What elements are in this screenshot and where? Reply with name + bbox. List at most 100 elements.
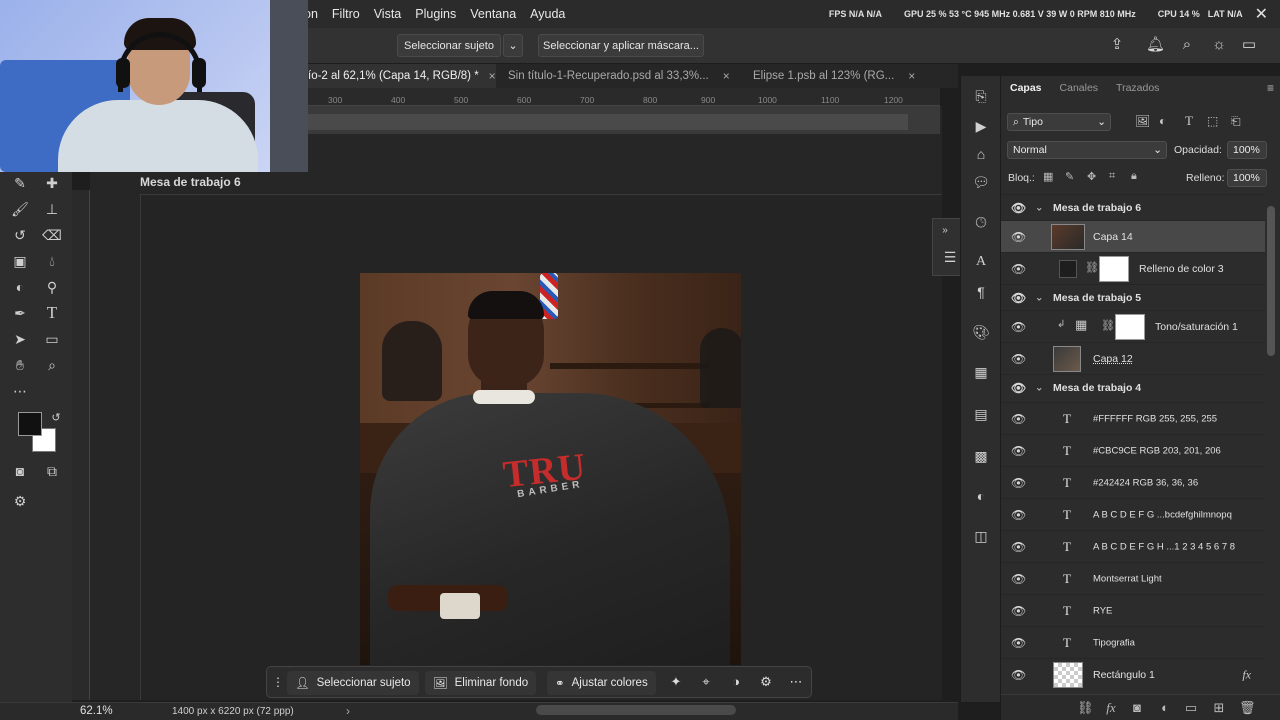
play-actions-icon[interactable]: ▶ (971, 116, 991, 136)
lock-all-icon[interactable]: 🔒︎ (1131, 170, 1137, 183)
visibility-eye-icon[interactable]: 👁︎ (1011, 320, 1026, 334)
visibility-eye-icon[interactable]: 👁︎ (1011, 201, 1026, 215)
path-selection-icon[interactable]: ➤ (8, 328, 32, 350)
filter-shape-icon[interactable]: ⬚ (1207, 114, 1218, 128)
comments-icon[interactable]: 💬︎ (971, 172, 991, 192)
visibility-eye-icon[interactable]: 👁︎ (1011, 352, 1026, 366)
tab-paths[interactable]: Trazados (1107, 82, 1168, 94)
gradient-tool-icon[interactable]: ▣ (8, 250, 32, 272)
blur-tool-icon[interactable]: 💧︎ (40, 250, 64, 272)
layer-group-artboard-4[interactable]: 👁︎ ⌄ Mesa de trabajo 4 (1001, 374, 1265, 400)
lock-transparency-icon[interactable]: ▦ (1043, 170, 1053, 183)
adjust-colors-button[interactable]: ⚭ Ajustar colores (547, 671, 656, 695)
chevron-down-icon[interactable]: ⌄ (1035, 382, 1043, 393)
select-subject-task-button[interactable]: 👤︎ Seleccionar sujeto (287, 671, 419, 695)
tab-layers[interactable]: Capas (1001, 82, 1051, 94)
menu-item-plugins[interactable]: Plugins (415, 7, 456, 21)
bell-icon[interactable]: 🔔︎ (1146, 36, 1165, 54)
layer-text-alphabet-numbers[interactable]: 👁︎ T A B C D E F G H ...1 2 3 4 5 6 7 8 (1001, 530, 1265, 562)
search-icon[interactable]: ⌕ (1178, 36, 1196, 54)
close-icon[interactable]: ✕ (1255, 4, 1268, 24)
visibility-eye-icon[interactable]: 👁︎ (1011, 636, 1026, 650)
delete-layer-icon[interactable]: 🗑︎ (1239, 700, 1256, 716)
visibility-eye-icon[interactable]: 👁︎ (1011, 412, 1026, 426)
remove-background-button[interactable]: 🖼︎ Eliminar fondo (425, 671, 537, 695)
select-subject-button[interactable]: Seleccionar sujeto (397, 34, 501, 57)
visibility-eye-icon[interactable]: 👁︎ (1011, 540, 1026, 554)
fx-icon[interactable]: fx (1242, 667, 1251, 682)
properties-icon[interactable]: ☰ (940, 247, 960, 267)
drag-handle-icon[interactable]: ⋮ (269, 673, 287, 691)
opacity-input[interactable]: 100% (1227, 141, 1267, 159)
mask-icon[interactable]: ◑ (727, 673, 745, 691)
menu-item-view[interactable]: Vista (374, 7, 402, 21)
layer-style-icon[interactable]: ⚙ (757, 673, 775, 691)
transform-icon[interactable]: ⌖ (697, 673, 715, 691)
workspace-icon[interactable]: ▭ (1240, 36, 1258, 54)
layer-text-grey[interactable]: 👁︎ T #CBC9CE RGB 203, 201, 206 (1001, 434, 1265, 466)
visibility-eye-icon[interactable]: 👁︎ (1011, 668, 1026, 682)
visibility-eye-icon[interactable]: 👁︎ (1011, 381, 1026, 395)
artboard-title[interactable]: Mesa de trabajo 6 (140, 175, 241, 189)
layer-fill-color-3[interactable]: 👁︎ ⛓ Relleno de color 3 (1001, 252, 1265, 284)
foreground-color-swatch[interactable] (18, 412, 42, 436)
lock-position-icon[interactable]: ✥ (1087, 170, 1096, 183)
layer-filter-select[interactable]: ⌕ Tipo ⌄ (1007, 113, 1111, 131)
chevron-right-icon[interactable]: › (346, 704, 350, 718)
share-icon[interactable]: ⇪ (1108, 36, 1126, 54)
clock-icon[interactable]: 🕒︎ (971, 212, 991, 232)
dodge-tool-icon[interactable]: ⚲ (40, 276, 64, 298)
layer-text-dark[interactable]: 👁︎ T #242424 RGB 36, 36, 36 (1001, 466, 1265, 498)
visibility-eye-icon[interactable]: 👁︎ (1011, 262, 1026, 276)
chevron-down-icon[interactable]: ⌄ (1035, 202, 1043, 213)
quick-mask-icon[interactable]: ◙ (8, 460, 32, 482)
history-icon[interactable]: ⎘ (971, 86, 991, 106)
layer-hue-saturation-1[interactable]: 👁︎ ↲ ▦ ⛓ Tono/saturación 1 (1001, 310, 1265, 342)
visibility-eye-icon[interactable]: 👁︎ (1011, 604, 1026, 618)
layer-text-alphabet-lower[interactable]: 👁︎ T A B C D E F G ...bcdefghilmnopq (1001, 498, 1265, 530)
tab-document-2[interactable]: Sin título-1-Recuperado.psd al 33,3%... × (508, 64, 740, 88)
visibility-eye-icon[interactable]: 👁︎ (1011, 291, 1026, 305)
stamp-tool-icon[interactable]: ⊥ (40, 198, 64, 220)
new-layer-icon[interactable]: ⊞ (1211, 700, 1227, 716)
layer-capa-14[interactable]: 👁︎ Capa 14 (1001, 220, 1265, 252)
history-brush-icon[interactable]: ↺ (8, 224, 32, 246)
lightbulb-icon[interactable]: ☼ (1210, 36, 1228, 54)
type-tool-icon[interactable]: T (40, 302, 64, 324)
layer-capa-12[interactable]: 👁︎ Capa 12 (1001, 342, 1265, 374)
libraries-icon[interactable]: ⌂ (971, 144, 991, 164)
tab-document-3[interactable]: Elipse 1.psb al 123% (RG... × (753, 64, 958, 88)
filter-image-icon[interactable]: 🖼︎ (1135, 114, 1150, 128)
layer-group-artboard-6[interactable]: 👁︎ ⌄ Mesa de trabajo 6 (1001, 194, 1265, 220)
character-icon[interactable]: A (971, 252, 991, 272)
gradients-icon[interactable]: ▤ (971, 404, 991, 424)
expand-icon[interactable]: » (935, 221, 955, 241)
horizontal-scrollbar[interactable] (536, 705, 736, 715)
new-adjustment-icon[interactable]: ◐ (1157, 700, 1173, 715)
filter-smartobject-icon[interactable]: ⎗ (1231, 114, 1241, 129)
visibility-eye-icon[interactable]: 👁︎ (1011, 476, 1026, 490)
hand-tool-icon[interactable]: ✋︎ (8, 354, 32, 376)
layer-text-white[interactable]: 👁︎ T #FFFFFF RGB 255, 255, 255 (1001, 402, 1265, 434)
fill-input[interactable]: 100% (1227, 169, 1267, 187)
new-group-icon[interactable]: ▭ (1183, 700, 1199, 716)
visibility-eye-icon[interactable]: 👁︎ (1011, 230, 1026, 244)
close-tab-icon[interactable]: × (489, 69, 496, 83)
adjustments-icon[interactable]: ◐ (971, 486, 991, 506)
brush-tool-icon[interactable]: 🖌︎ (8, 198, 32, 220)
blend-mode-select[interactable]: Normal ⌄ (1007, 141, 1167, 159)
rectangle-tool-icon[interactable]: ▭ (40, 328, 64, 350)
tab-document-active[interactable]: ío-2 al 62,1% (Capa 14, RGB/8) * × (308, 64, 496, 88)
visibility-eye-icon[interactable]: 👁︎ (1011, 444, 1026, 458)
select-subject-dropdown[interactable]: ⌄ (503, 34, 523, 57)
edit-toolbar-icon[interactable]: ⚙ (8, 490, 32, 512)
close-tab-icon[interactable]: × (908, 69, 915, 83)
visibility-eye-icon[interactable]: 👁︎ (1011, 572, 1026, 586)
link-layers-icon[interactable]: ⛓ (1077, 700, 1094, 716)
eraser-tool-icon[interactable]: ⌫ (40, 224, 64, 246)
close-tab-icon[interactable]: × (723, 69, 730, 83)
generative-fill-icon[interactable]: ✦ (667, 673, 685, 691)
pen-tool-icon[interactable]: ✒ (8, 302, 32, 324)
panel-menu-icon[interactable]: ≡ (1267, 81, 1274, 95)
lock-artboard-icon[interactable]: ⌗ (1109, 170, 1115, 183)
